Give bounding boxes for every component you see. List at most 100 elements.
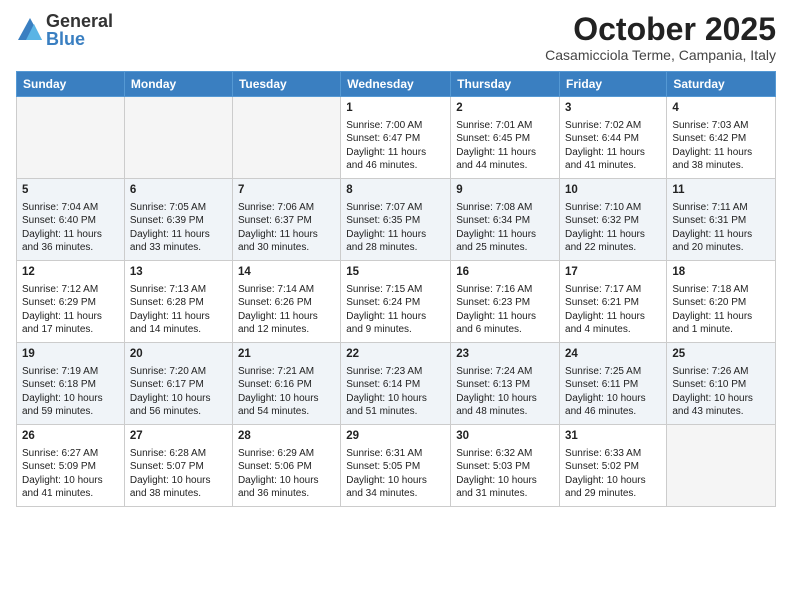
logo-general: General: [46, 12, 113, 30]
day-info: Sunset: 6:35 PM: [346, 214, 445, 228]
day-info: Sunset: 6:11 PM: [565, 378, 661, 392]
day-info: Sunset: 6:45 PM: [456, 132, 554, 146]
location-title: Casamicciola Terme, Campania, Italy: [545, 47, 776, 63]
calendar-cell: [17, 97, 125, 179]
day-info: Sunset: 5:05 PM: [346, 460, 445, 474]
calendar-cell: 9Sunrise: 7:08 AMSunset: 6:34 PMDaylight…: [451, 179, 560, 261]
day-info: Daylight: 11 hours and 20 minutes.: [672, 228, 770, 255]
day-number: 29: [346, 429, 445, 445]
calendar-cell: 28Sunrise: 6:29 AMSunset: 5:06 PMDayligh…: [232, 425, 340, 507]
day-number: 2: [456, 101, 554, 117]
day-number: 4: [672, 101, 770, 117]
calendar-cell: 30Sunrise: 6:32 AMSunset: 5:03 PMDayligh…: [451, 425, 560, 507]
day-info: Daylight: 11 hours and 17 minutes.: [22, 310, 119, 337]
day-info: Sunrise: 7:23 AM: [346, 365, 445, 379]
day-number: 22: [346, 347, 445, 363]
calendar-cell: 31Sunrise: 6:33 AMSunset: 5:02 PMDayligh…: [560, 425, 667, 507]
day-number: 20: [130, 347, 227, 363]
calendar-cell: 18Sunrise: 7:18 AMSunset: 6:20 PMDayligh…: [667, 261, 776, 343]
day-number: 3: [565, 101, 661, 117]
header-thursday: Thursday: [451, 72, 560, 97]
day-info: Daylight: 11 hours and 36 minutes.: [22, 228, 119, 255]
calendar-cell: 4Sunrise: 7:03 AMSunset: 6:42 PMDaylight…: [667, 97, 776, 179]
calendar-table: Sunday Monday Tuesday Wednesday Thursday…: [16, 71, 776, 507]
logo-blue: Blue: [46, 30, 113, 48]
day-info: Daylight: 10 hours and 38 minutes.: [130, 474, 227, 501]
day-info: Sunrise: 7:19 AM: [22, 365, 119, 379]
day-info: Daylight: 11 hours and 38 minutes.: [672, 146, 770, 173]
day-number: 26: [22, 429, 119, 445]
day-info: Sunset: 5:09 PM: [22, 460, 119, 474]
calendar-cell: 27Sunrise: 6:28 AMSunset: 5:07 PMDayligh…: [124, 425, 232, 507]
day-info: Sunrise: 7:13 AM: [130, 283, 227, 297]
day-info: Daylight: 11 hours and 6 minutes.: [456, 310, 554, 337]
day-info: Sunset: 6:47 PM: [346, 132, 445, 146]
day-info: Daylight: 10 hours and 48 minutes.: [456, 392, 554, 419]
calendar-cell: 1Sunrise: 7:00 AMSunset: 6:47 PMDaylight…: [341, 97, 451, 179]
day-info: Sunset: 5:02 PM: [565, 460, 661, 474]
day-info: Sunset: 6:31 PM: [672, 214, 770, 228]
logo-text: General Blue: [46, 12, 113, 48]
day-info: Sunrise: 7:24 AM: [456, 365, 554, 379]
day-info: Sunrise: 7:01 AM: [456, 119, 554, 133]
header-tuesday: Tuesday: [232, 72, 340, 97]
title-block: October 2025 Casamicciola Terme, Campani…: [545, 12, 776, 63]
calendar-cell: 24Sunrise: 7:25 AMSunset: 6:11 PMDayligh…: [560, 343, 667, 425]
day-info: Sunrise: 7:21 AM: [238, 365, 335, 379]
day-number: 13: [130, 265, 227, 281]
day-info: Daylight: 11 hours and 46 minutes.: [346, 146, 445, 173]
day-info: Daylight: 11 hours and 14 minutes.: [130, 310, 227, 337]
day-number: 21: [238, 347, 335, 363]
calendar-cell: 22Sunrise: 7:23 AMSunset: 6:14 PMDayligh…: [341, 343, 451, 425]
day-number: 18: [672, 265, 770, 281]
day-info: Sunrise: 7:16 AM: [456, 283, 554, 297]
day-number: 12: [22, 265, 119, 281]
calendar-cell: 12Sunrise: 7:12 AMSunset: 6:29 PMDayligh…: [17, 261, 125, 343]
day-info: Sunrise: 6:32 AM: [456, 447, 554, 461]
day-info: Daylight: 11 hours and 41 minutes.: [565, 146, 661, 173]
day-info: Sunset: 6:34 PM: [456, 214, 554, 228]
page-container: General Blue October 2025 Casamicciola T…: [0, 0, 792, 612]
day-info: Sunset: 6:17 PM: [130, 378, 227, 392]
day-info: Sunrise: 6:33 AM: [565, 447, 661, 461]
day-number: 5: [22, 183, 119, 199]
day-info: Sunrise: 7:20 AM: [130, 365, 227, 379]
day-info: Sunrise: 6:29 AM: [238, 447, 335, 461]
calendar-cell: 11Sunrise: 7:11 AMSunset: 6:31 PMDayligh…: [667, 179, 776, 261]
day-info: Daylight: 11 hours and 9 minutes.: [346, 310, 445, 337]
day-number: 19: [22, 347, 119, 363]
day-info: Daylight: 11 hours and 25 minutes.: [456, 228, 554, 255]
day-info: Sunrise: 6:27 AM: [22, 447, 119, 461]
day-info: Sunrise: 7:03 AM: [672, 119, 770, 133]
day-info: Daylight: 10 hours and 43 minutes.: [672, 392, 770, 419]
header-wednesday: Wednesday: [341, 72, 451, 97]
calendar-cell: [232, 97, 340, 179]
day-number: 6: [130, 183, 227, 199]
calendar-week-2: 5Sunrise: 7:04 AMSunset: 6:40 PMDaylight…: [17, 179, 776, 261]
day-info: Sunrise: 7:12 AM: [22, 283, 119, 297]
day-info: Daylight: 11 hours and 1 minute.: [672, 310, 770, 337]
day-info: Daylight: 11 hours and 4 minutes.: [565, 310, 661, 337]
day-number: 23: [456, 347, 554, 363]
calendar-week-4: 19Sunrise: 7:19 AMSunset: 6:18 PMDayligh…: [17, 343, 776, 425]
day-info: Sunset: 6:32 PM: [565, 214, 661, 228]
day-info: Daylight: 10 hours and 46 minutes.: [565, 392, 661, 419]
day-info: Daylight: 11 hours and 12 minutes.: [238, 310, 335, 337]
day-number: 17: [565, 265, 661, 281]
header-friday: Friday: [560, 72, 667, 97]
day-info: Daylight: 10 hours and 41 minutes.: [22, 474, 119, 501]
day-info: Sunset: 6:14 PM: [346, 378, 445, 392]
day-info: Daylight: 11 hours and 22 minutes.: [565, 228, 661, 255]
day-info: Sunset: 6:26 PM: [238, 296, 335, 310]
day-number: 30: [456, 429, 554, 445]
calendar-cell: 2Sunrise: 7:01 AMSunset: 6:45 PMDaylight…: [451, 97, 560, 179]
day-info: Daylight: 11 hours and 33 minutes.: [130, 228, 227, 255]
header-row: Sunday Monday Tuesday Wednesday Thursday…: [17, 72, 776, 97]
calendar-cell: 25Sunrise: 7:26 AMSunset: 6:10 PMDayligh…: [667, 343, 776, 425]
calendar-cell: 20Sunrise: 7:20 AMSunset: 6:17 PMDayligh…: [124, 343, 232, 425]
day-info: Daylight: 10 hours and 29 minutes.: [565, 474, 661, 501]
day-info: Sunrise: 7:04 AM: [22, 201, 119, 215]
day-number: 7: [238, 183, 335, 199]
day-info: Daylight: 10 hours and 59 minutes.: [22, 392, 119, 419]
page-header: General Blue October 2025 Casamicciola T…: [16, 12, 776, 63]
